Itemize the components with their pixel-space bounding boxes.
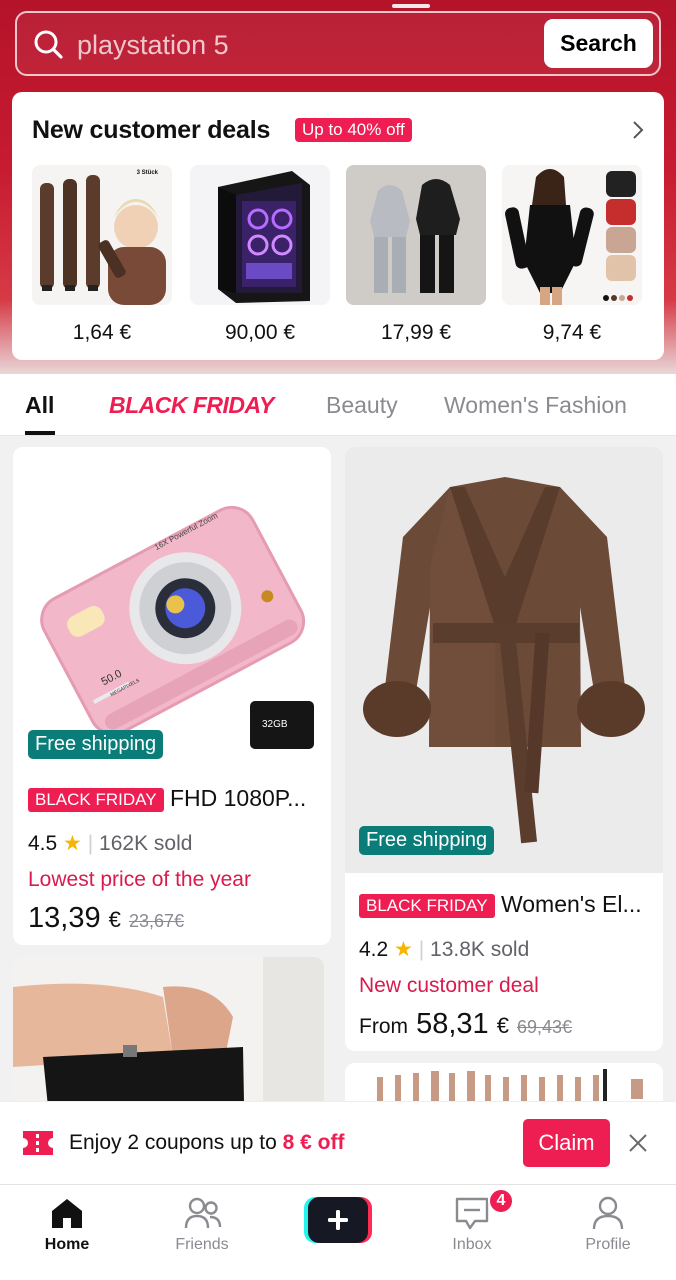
star-icon: ★ [63,832,82,855]
tab-beauty[interactable]: Beauty [326,392,398,419]
product-title: FHD 1080P... [169,785,307,811]
create-button[interactable] [304,1197,372,1243]
nav-profile-label: Profile [585,1236,631,1253]
product-image [345,1063,663,1101]
inbox-icon [455,1197,489,1230]
close-icon[interactable] [626,1131,650,1155]
deal-item[interactable]: 9,74 € [502,165,642,345]
search-button[interactable]: Search [544,19,653,68]
home-icon [52,1199,82,1228]
nav-friends[interactable]: Friends [147,1185,257,1280]
product-image [502,165,642,305]
currency: € [108,907,121,932]
divider: | [418,938,425,961]
product-title-row: BLACK FRIDAY FHD 1080P... [28,785,306,812]
black-friday-tag: BLACK FRIDAY [28,787,164,812]
rating-row: 4.2 ★ | 13.8K sold [359,937,529,962]
drag-handle[interactable] [392,4,430,8]
promo-text: Lowest price of the year [28,868,251,891]
black-friday-tag: BLACK FRIDAY [359,893,495,918]
nav-inbox-label: Inbox [452,1236,492,1253]
bottom-navigation: Home Friends Inbox Profile [0,1184,676,1280]
new-customer-deals[interactable]: New customer deals Up to 40% off 3 Stück… [12,92,664,360]
currency: € [496,1013,509,1038]
plus-icon [304,1197,372,1243]
deal-price: 90,00 € [224,321,296,344]
sold-count: 162K sold [99,832,193,855]
profile-icon [592,1196,624,1230]
deal-price: 9,74 € [542,321,602,344]
product-feed[interactable]: 16X Powerful Zoom 50.0 MEGAPIXELS 32GB F… [0,437,676,1101]
deal-price: 17,99 € [380,321,452,344]
friends-icon [184,1197,222,1229]
inbox-badge: 4 [488,1188,514,1214]
sold-count: 13.8K sold [430,938,530,961]
deals-title: New customer deals [32,116,271,144]
product-card[interactable]: Free shipping BLACK FRIDAY Women's El...… [345,447,663,1051]
price-prefix: From [359,1015,408,1038]
deals-discount-badge: Up to 40% off [295,118,412,142]
deal-price: 1,64 € [72,321,132,344]
star-icon: ★ [394,938,413,961]
product-card[interactable] [345,1063,663,1101]
original-price: 69,43€ [517,1017,573,1037]
rating-row: 4.5 ★ | 162K sold [28,831,192,856]
claim-button[interactable]: Claim [523,1119,610,1167]
price: 13,39 [28,902,101,934]
nav-home[interactable]: Home [12,1185,122,1280]
search-bar[interactable]: playstation 5 Search [15,11,661,76]
product-card[interactable] [13,957,324,1101]
product-image [346,165,486,305]
deal-item[interactable]: 17,99 € [346,165,486,345]
category-tabs: All BLACK FRIDAY Beauty Women's Fashion [0,374,676,436]
search-input[interactable]: playstation 5 [77,30,229,61]
tab-all[interactable]: All [25,392,54,419]
product-title-row: BLACK FRIDAY Women's El... [359,891,642,918]
coupon-text: Enjoy 2 coupons up to 8 € off [69,1131,345,1155]
price-row: 13,39 € 23,67€ [28,902,184,935]
nav-home-label: Home [44,1236,90,1253]
search-icon [34,30,63,59]
coupon-bar: Enjoy 2 coupons up to 8 € off Claim [0,1101,676,1184]
deal-item-tag: 3 Stück [136,170,158,176]
price-row: From 58,31 € 69,43€ [359,1008,572,1041]
product-image [345,447,663,873]
product-image: 16X Powerful Zoom 50.0 MEGAPIXELS 32GB [13,447,331,765]
tab-womens-fashion[interactable]: Women's Fashion [444,392,627,419]
rating-value: 4.5 [28,832,58,855]
product-image [190,165,330,305]
coupon-prefix: Enjoy 2 coupons up to [69,1131,283,1154]
product-card[interactable]: 16X Powerful Zoom 50.0 MEGAPIXELS 32GB F… [13,447,331,945]
rating-value: 4.2 [359,938,389,961]
divider: | [87,832,94,855]
coupon-icon [23,1131,53,1155]
promo-text: New customer deal [359,974,539,997]
memory-card-label: 32GB [262,719,288,730]
active-tab-indicator [25,431,55,435]
header-background: playstation 5 Search New customer deals … [0,0,676,374]
free-shipping-badge: Free shipping [359,826,495,855]
tab-black-friday[interactable]: BLACK FRIDAY [109,392,274,419]
product-image: 3 Stück [32,165,172,305]
original-price: 23,67€ [128,911,185,931]
free-shipping-badge: Free shipping [28,730,164,759]
price: 58,31 [416,1008,489,1040]
deal-item[interactable]: 90,00 € [190,165,330,345]
product-title: Women's El... [500,891,642,917]
chevron-right-icon[interactable] [630,118,646,142]
deal-item[interactable]: 3 Stück 1,64 € [32,165,172,345]
nav-profile[interactable]: Profile [553,1185,663,1280]
coupon-amount: 8 € off [282,1131,345,1154]
product-image [13,957,324,1101]
nav-friends-label: Friends [175,1236,229,1253]
